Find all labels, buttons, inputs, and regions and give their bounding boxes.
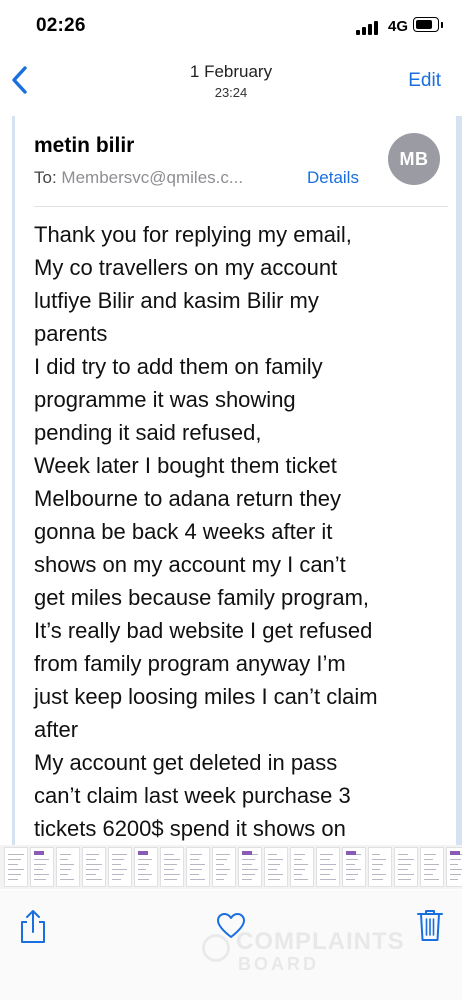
thumbnail — [394, 847, 418, 887]
thumbnail — [186, 847, 210, 887]
body-line: shows on my account my I can’t — [34, 552, 346, 577]
share-button[interactable] — [18, 908, 48, 944]
quote-rule-right — [456, 116, 462, 847]
thumbnail — [160, 847, 184, 887]
details-link[interactable]: Details — [307, 168, 359, 188]
signal-icon — [356, 21, 378, 35]
body-line: I did try to add them on family — [34, 354, 323, 379]
thumbnail — [264, 847, 288, 887]
body-line: gonna be back 4 weeks after it — [34, 519, 333, 544]
message-date: 1 February — [189, 62, 273, 81]
message-card: metin bilir To: Membersvc@qmiles.c... De… — [0, 112, 462, 847]
body-line: get miles because family program, — [34, 585, 370, 610]
recipient-row: To: Membersvc@qmiles.c... — [34, 168, 243, 188]
body-line: just keep loosing miles I can’t claim — [34, 684, 378, 709]
thumbnail — [368, 847, 392, 887]
bottom-toolbar: COMPLAINTS BOARD — [0, 890, 462, 1000]
trash-icon — [417, 910, 443, 941]
body-line: tickets 6200$ spend it shows on — [34, 816, 346, 841]
body-line: It’s really bad website I get refused — [34, 618, 373, 643]
thumbnail — [420, 847, 444, 887]
network-label: 4G — [388, 18, 409, 35]
message-time: 23:24 — [214, 85, 248, 100]
thumbnail — [108, 847, 132, 887]
thumbnail — [134, 847, 158, 887]
body-line: after — [34, 717, 79, 742]
thumbnail — [446, 847, 462, 887]
recipient-address[interactable]: Membersvc@qmiles.c... — [61, 168, 243, 187]
body-line: Melbourne to adana return they — [34, 486, 341, 511]
thumbnail — [82, 847, 106, 887]
watermark-logo-icon — [202, 934, 230, 962]
to-label: To: — [34, 168, 57, 187]
thumbnail — [316, 847, 340, 887]
thumbnail — [56, 847, 80, 887]
share-icon — [21, 910, 45, 943]
message-body: Thank you for replying my email, My co t… — [34, 218, 454, 845]
body-line: My co travellers on my account — [34, 255, 338, 280]
battery-fill — [416, 20, 432, 29]
body-line: parents — [34, 321, 108, 346]
body-line: from family program anyway I’m — [34, 651, 346, 676]
watermark-line2: BOARD — [238, 954, 319, 974]
nav-bar: 1 February 23:24 Edit — [0, 50, 462, 110]
edit-button[interactable]: Edit — [408, 70, 441, 92]
body-line: can’t claim last week purchase 3 — [34, 783, 351, 808]
thumbnail — [4, 847, 28, 887]
quote-rule-left — [12, 116, 15, 847]
thumbnail — [342, 847, 366, 887]
body-line: lutfiye Bilir and kasim Bilir my — [34, 288, 319, 313]
thumbnail-strip — [0, 845, 462, 889]
body-line: Thank you for replying my email, — [34, 222, 352, 247]
thumbnail — [238, 847, 262, 887]
watermark: COMPLAINTS BOARD — [200, 928, 420, 988]
body-line: programme it was showing — [34, 387, 296, 412]
body-line: My account get deleted in pass — [34, 750, 338, 775]
avatar[interactable]: MB — [388, 133, 440, 185]
body-line: pending it said refused, — [34, 420, 262, 445]
thumbnail — [30, 847, 54, 887]
delete-button[interactable] — [416, 908, 444, 942]
status-bar: 02:26 4G — [0, 0, 462, 50]
battery-icon — [413, 17, 439, 32]
watermark-line1: COMPLAINTS — [236, 928, 405, 955]
thumbnail — [290, 847, 314, 887]
battery-cap — [441, 22, 443, 28]
sender-name[interactable]: metin bilir — [34, 134, 134, 158]
header-divider — [34, 206, 448, 207]
body-line: Week later I bought them ticket — [34, 453, 337, 478]
status-time: 02:26 — [36, 15, 86, 36]
thumbnail — [212, 847, 236, 887]
